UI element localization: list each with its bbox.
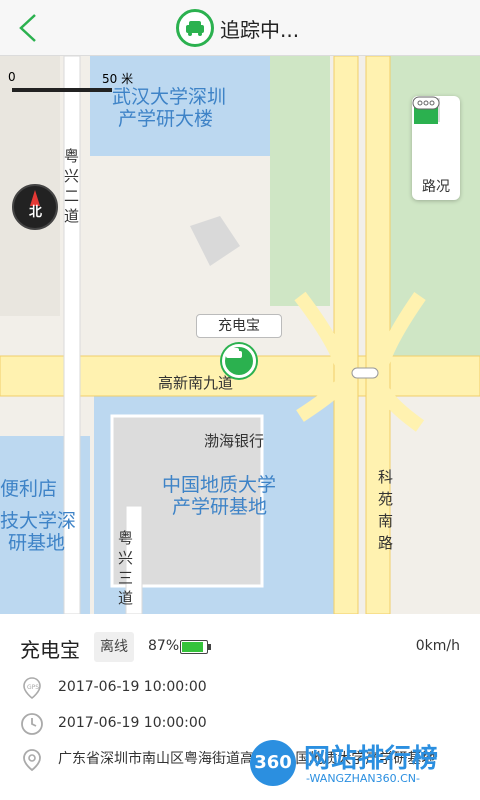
- map-controls: 路况: [412, 96, 460, 200]
- road-yuexing-3: 粤兴三道: [118, 529, 134, 607]
- poi-wuhan-univ-line1: 武汉大学深圳: [112, 86, 227, 108]
- top-bar: 追踪中...: [0, 0, 480, 56]
- back-button[interactable]: [10, 10, 46, 46]
- battery-percent: 87%: [148, 638, 180, 654]
- record-time: 2017-06-19 10:00:00: [58, 715, 207, 731]
- poi-tech-univ-line2: 研基地: [8, 532, 66, 554]
- chevron-left-icon: [19, 14, 36, 42]
- map-view[interactable]: 0 50 米 北 路况 武汉大学深圳 产学研大楼 粤兴二道 高新南九道 渤海银行…: [0, 56, 480, 614]
- car-icon: [176, 9, 214, 47]
- road-keyuan-nan: 科苑南路: [378, 468, 394, 552]
- device-marker-label: 充电宝: [196, 314, 282, 338]
- gps-time: 2017-06-19 10:00:00: [58, 679, 207, 695]
- gps-icon: GPS: [23, 677, 41, 700]
- car-icon: [226, 348, 242, 358]
- battery-icon: [180, 640, 208, 654]
- poi-tech-univ-line1: 技大学深: [0, 510, 77, 532]
- watermark-subtitle: -WANGZHAN360.CN-: [306, 772, 421, 785]
- poi-bohai-bank: 渤海银行: [204, 432, 265, 450]
- compass-icon[interactable]: 北: [12, 184, 58, 230]
- clock-icon: [21, 713, 43, 735]
- battery-level: [182, 642, 203, 652]
- watermark: 360 网站排行榜 -WANGZHAN360.CN-: [250, 736, 470, 794]
- watermark-badge: 360: [250, 740, 296, 786]
- compass-label: 北: [29, 205, 43, 220]
- scale-label-left: 0: [8, 70, 16, 84]
- title-wrap: 追踪中...: [176, 8, 299, 48]
- scale-bar: [12, 88, 112, 92]
- traffic-toggle[interactable]: 路况: [412, 176, 460, 196]
- device-marker[interactable]: [222, 344, 256, 378]
- location-pin-icon: [23, 749, 41, 772]
- poi-wuhan-univ-line2: 产学研大楼: [118, 108, 214, 130]
- road-gaoxin-nan-9: 高新南九道: [158, 374, 234, 392]
- traffic-icon[interactable]: [412, 96, 440, 110]
- speed-value: 0km/h: [415, 638, 460, 654]
- gps-time-row: GPS 2017-06-19 10:00:00: [20, 676, 460, 704]
- poi-geo-univ-line1: 中国地质大学: [162, 474, 277, 496]
- road-yuexing-2: 粤兴二道: [64, 147, 80, 225]
- scale-label-right: 50 米: [102, 72, 134, 86]
- poi-geo-univ-line2: 产学研基地: [172, 496, 268, 518]
- device-name: 充电宝: [20, 638, 80, 662]
- battery-tip: [208, 644, 211, 650]
- status-badge: 离线: [94, 632, 134, 662]
- poi-convenience-store: 便利店: [0, 478, 58, 500]
- watermark-title: 网站排行榜: [304, 744, 440, 774]
- svg-text:GPS: GPS: [27, 684, 39, 691]
- page-title: 追踪中...: [220, 17, 300, 42]
